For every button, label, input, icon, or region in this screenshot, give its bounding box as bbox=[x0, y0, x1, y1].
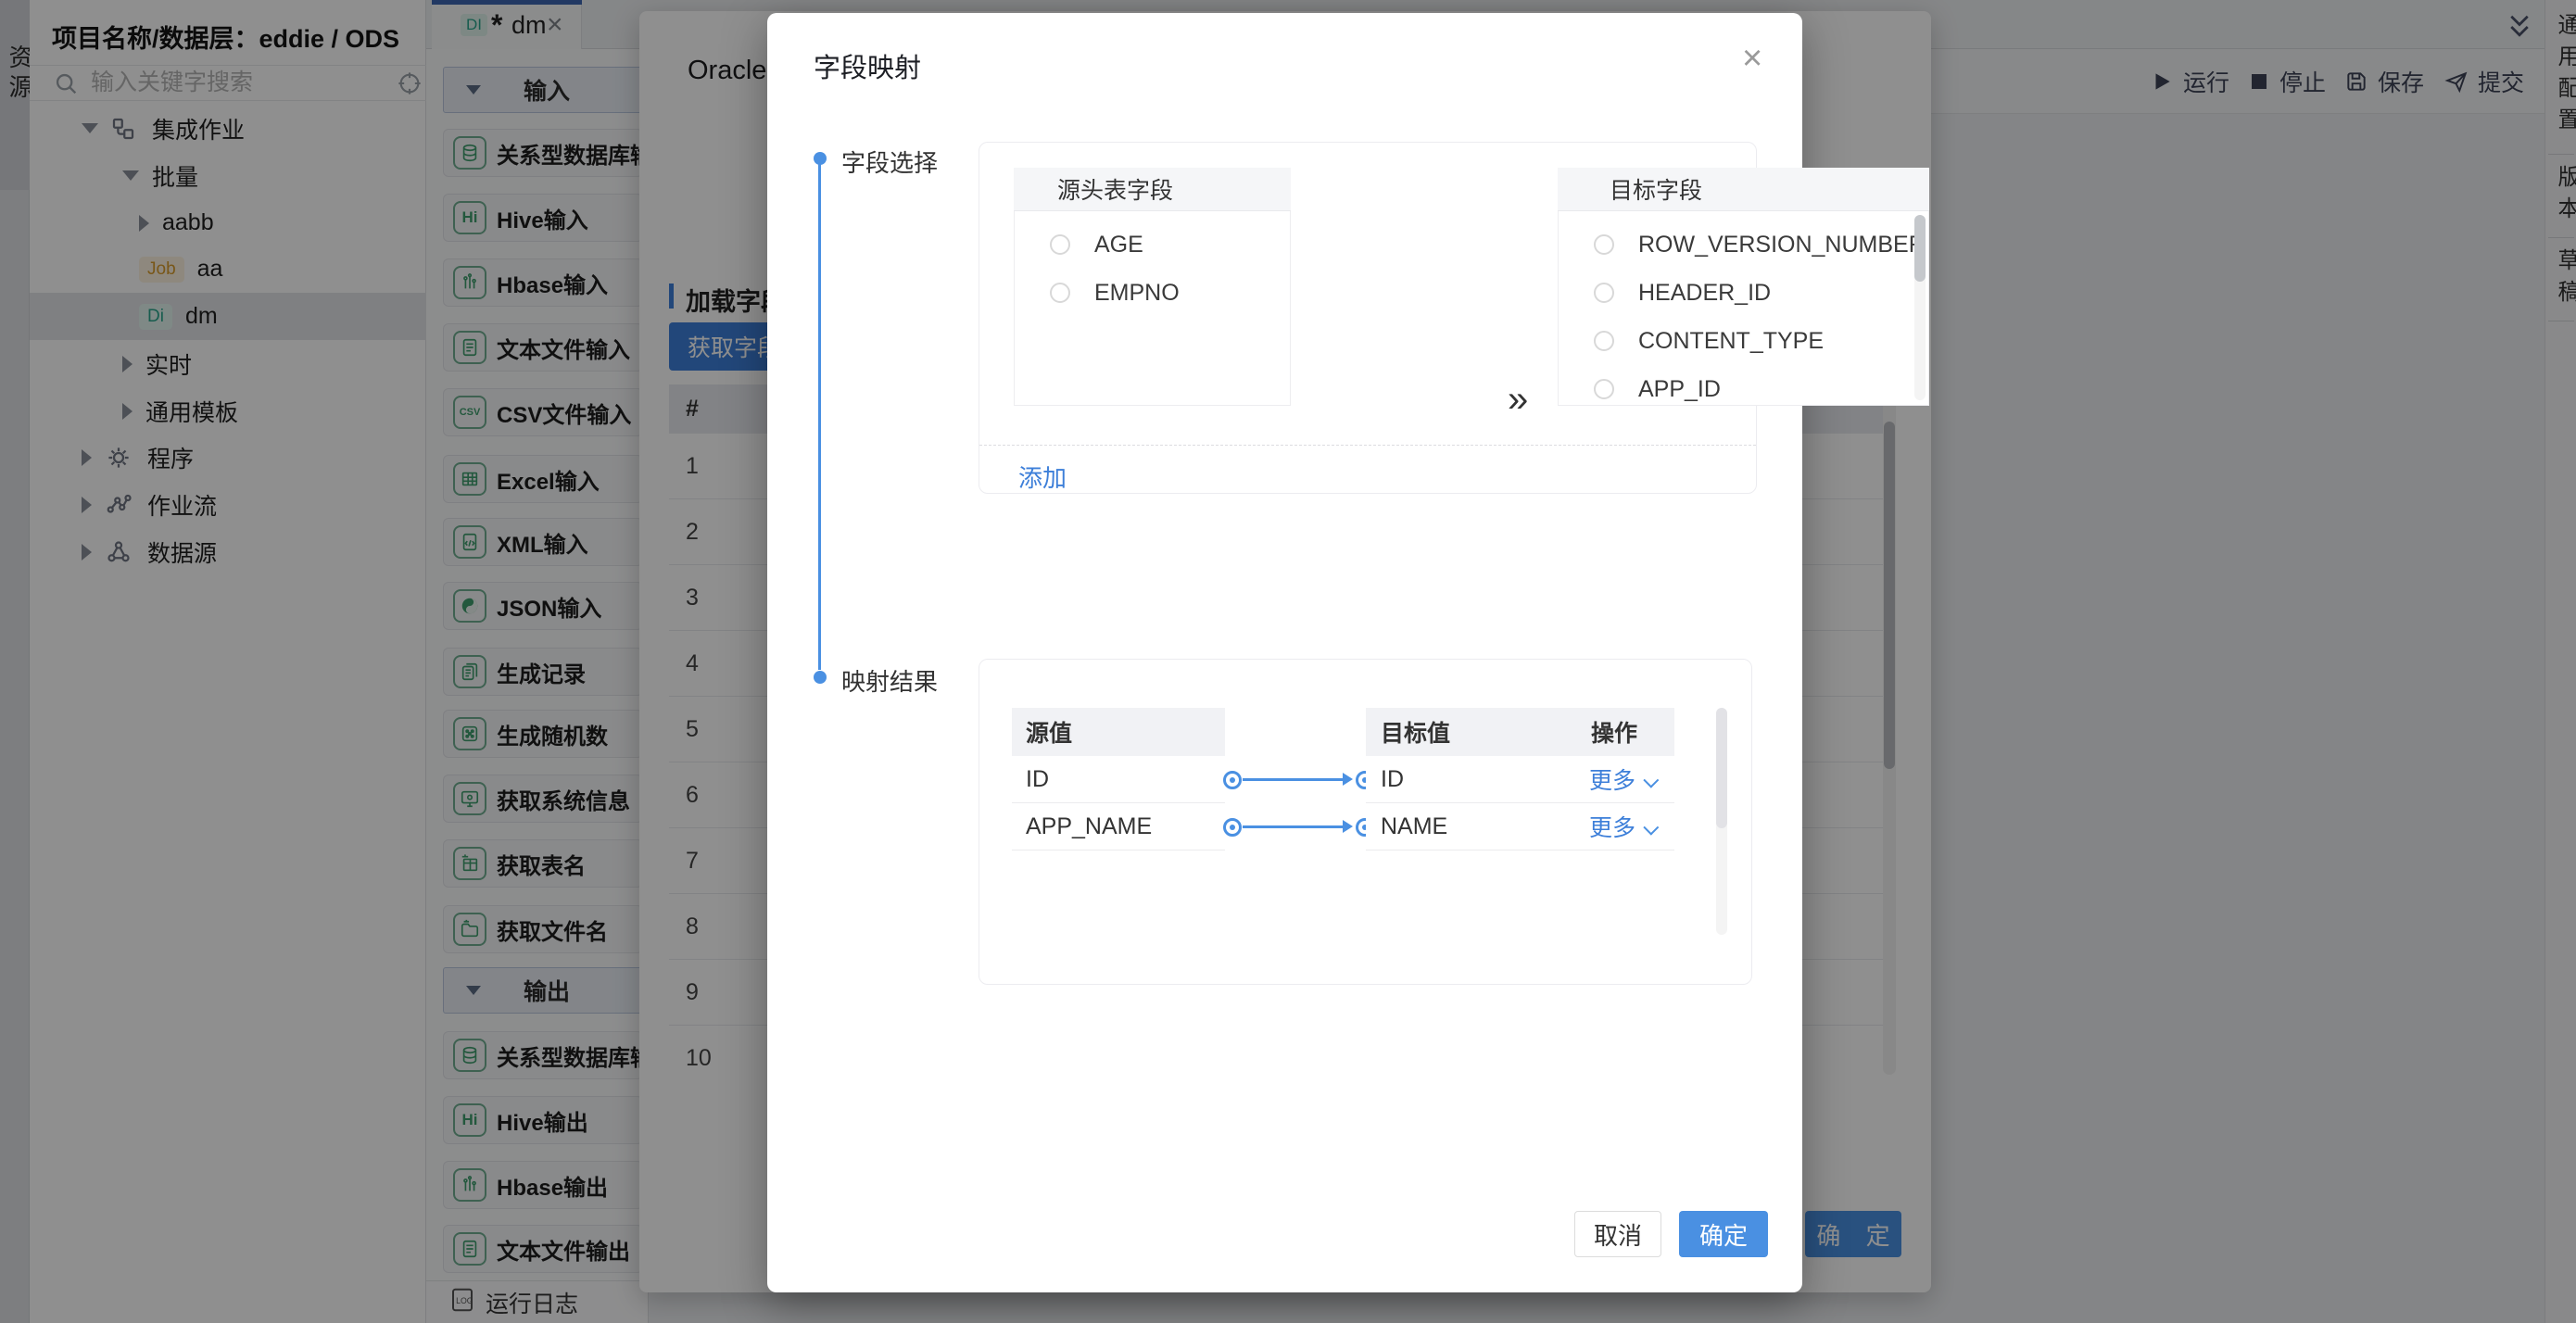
move-right-icon[interactable]: » bbox=[1508, 379, 1528, 421]
step-mapping-result-label: 映射结果 bbox=[841, 663, 938, 698]
add-mapping-link[interactable]: 添加 bbox=[1018, 460, 1067, 494]
target-field-option[interactable]: HEADER_ID bbox=[1570, 269, 1771, 317]
connector-arrow-icon bbox=[1343, 820, 1353, 833]
radio-icon[interactable] bbox=[1050, 234, 1070, 255]
connector-arrow-icon bbox=[1343, 773, 1353, 786]
radio-icon[interactable] bbox=[1594, 234, 1614, 255]
scrollbar-thumb[interactable] bbox=[1914, 215, 1926, 282]
target-field-option[interactable]: APP_ID bbox=[1570, 365, 1721, 413]
app-screen: 资源 项目名称/数据层：eddie / ODS 集成作业 批量 aabb bbox=[0, 0, 2576, 1323]
connector-source-ring[interactable] bbox=[1223, 818, 1242, 837]
connector-line bbox=[1243, 778, 1349, 781]
step-connector-line bbox=[818, 159, 821, 670]
source-fields-list: AGE EMPNO bbox=[1014, 211, 1291, 406]
mapping-source-cell: ID bbox=[1012, 756, 1225, 803]
connector-source-ring[interactable] bbox=[1223, 771, 1242, 789]
chevron-down-icon bbox=[1643, 773, 1659, 788]
chevron-down-icon bbox=[1643, 820, 1659, 836]
radio-icon[interactable] bbox=[1594, 331, 1614, 351]
mapping-target-cell: ID 更多 bbox=[1366, 756, 1674, 803]
target-field-option[interactable]: ROW_VERSION_NUMBER bbox=[1570, 220, 1926, 269]
modal-close-icon[interactable]: × bbox=[1742, 41, 1762, 76]
scrollbar-thumb[interactable] bbox=[1716, 708, 1727, 828]
target-field-option[interactable]: CONTENT_TYPE bbox=[1570, 317, 1824, 365]
mapping-target-cell: NAME 更多 bbox=[1366, 803, 1674, 850]
field-mapping-modal: 字段映射 × 字段选择 映射结果 源头表字段 AGE EMPNO » 目标字段 … bbox=[767, 13, 1802, 1292]
target-fields-header: 目标字段 bbox=[1558, 168, 1929, 211]
divider bbox=[979, 445, 1756, 446]
action-col-header: 操作 bbox=[1591, 715, 1637, 749]
step-field-select-label: 字段选择 bbox=[841, 145, 938, 179]
modal-title: 字段映射 bbox=[814, 46, 921, 85]
radio-icon[interactable] bbox=[1594, 283, 1614, 303]
target-col-header: 目标值 操作 bbox=[1366, 708, 1674, 756]
confirm-button[interactable]: 确定 bbox=[1679, 1211, 1768, 1257]
source-fields-header: 源头表字段 bbox=[1014, 168, 1291, 211]
connector-line bbox=[1243, 825, 1349, 828]
step-dot bbox=[814, 671, 827, 684]
target-fields-list: ROW_VERSION_NUMBER HEADER_ID CONTENT_TYP… bbox=[1558, 211, 1929, 406]
radio-icon[interactable] bbox=[1050, 283, 1070, 303]
source-field-option[interactable]: AGE bbox=[1026, 220, 1143, 269]
mapping-result-panel: 源值 ID APP_NAME 目标值 操作 ID 更多 NAME 更多 bbox=[979, 659, 1752, 985]
cancel-button[interactable]: 取消 bbox=[1574, 1211, 1661, 1257]
mapping-source-cell: APP_NAME bbox=[1012, 803, 1225, 850]
source-field-option[interactable]: EMPNO bbox=[1026, 269, 1180, 317]
more-dropdown[interactable]: 更多 bbox=[1589, 762, 1654, 796]
more-dropdown[interactable]: 更多 bbox=[1589, 810, 1654, 843]
radio-icon[interactable] bbox=[1594, 379, 1614, 399]
field-select-panel: 源头表字段 AGE EMPNO » 目标字段 ROW_VERSION_NUMBE… bbox=[979, 142, 1757, 494]
source-col-header: 源值 bbox=[1012, 708, 1225, 756]
